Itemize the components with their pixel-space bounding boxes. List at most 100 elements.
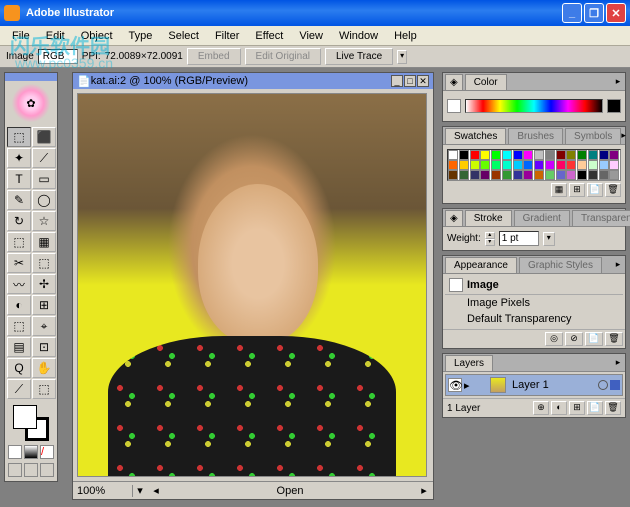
appear-dup[interactable]: 📄	[585, 332, 603, 346]
tool-10[interactable]: ⬚	[7, 232, 31, 252]
swatch-8[interactable]	[534, 150, 544, 160]
swatch-42[interactable]	[556, 170, 566, 180]
maximize-button[interactable]: ❐	[584, 3, 604, 23]
zoom-dropdown[interactable]: ▾	[133, 484, 147, 497]
tool-19[interactable]: ⌖	[32, 316, 56, 336]
swatch-9[interactable]	[545, 150, 555, 160]
tool-2[interactable]: ✦	[7, 148, 31, 168]
swatch-34[interactable]	[470, 170, 480, 180]
weight-down[interactable]: ▾	[485, 239, 495, 246]
swatch-39[interactable]	[523, 170, 533, 180]
weight-stepper[interactable]: ▴ ▾	[485, 232, 495, 246]
swatch-30[interactable]	[599, 160, 609, 170]
fill-swatch[interactable]	[13, 405, 37, 429]
swatch-12[interactable]	[577, 150, 587, 160]
layer-target-icon[interactable]	[598, 380, 608, 390]
swatch-33[interactable]	[459, 170, 469, 180]
swatch-6[interactable]	[513, 150, 523, 160]
weight-dropdown[interactable]: ▾	[543, 232, 555, 246]
swatches-tab[interactable]: Swatches	[445, 128, 506, 144]
live-trace-button[interactable]: Live Trace	[325, 48, 393, 65]
appearance-object-row[interactable]: Image	[445, 276, 623, 295]
screen-normal[interactable]	[8, 463, 22, 477]
tool-21[interactable]: ⊡	[32, 337, 56, 357]
doc-close[interactable]: ✕	[417, 75, 429, 87]
color-fill-swatch[interactable]	[447, 99, 461, 113]
color-panel-icon[interactable]: ◈	[445, 74, 463, 90]
swatch-14[interactable]	[599, 150, 609, 160]
swatch-32[interactable]	[448, 170, 458, 180]
swatch-7[interactable]	[523, 150, 533, 160]
layer-locate[interactable]: ⊕	[533, 401, 549, 415]
swatch-4[interactable]	[491, 150, 501, 160]
swatch-47[interactable]	[609, 170, 619, 180]
nav-prev[interactable]: ◂	[147, 484, 165, 497]
swatch-46[interactable]	[599, 170, 609, 180]
menu-type[interactable]: Type	[121, 28, 161, 44]
gradient-tab[interactable]: Gradient	[514, 210, 570, 226]
swatch-options[interactable]: ⊞	[569, 183, 585, 197]
tool-13[interactable]: ⬚	[32, 253, 56, 273]
color-black[interactable]	[607, 99, 621, 113]
swatch-26[interactable]	[556, 160, 566, 170]
menu-file[interactable]: File	[4, 28, 38, 44]
canvas[interactable]	[77, 93, 427, 477]
swatch-10[interactable]	[556, 150, 566, 160]
tool-7[interactable]: ◯	[32, 190, 56, 210]
tool-16[interactable]: ◐	[7, 295, 31, 315]
swatch-1[interactable]	[459, 150, 469, 160]
swatch-delete[interactable]: 🗑	[605, 183, 621, 197]
swatch-20[interactable]	[491, 160, 501, 170]
fill-stroke-control[interactable]	[13, 405, 49, 441]
live-trace-dropdown[interactable]: ▾	[397, 50, 407, 64]
embed-button[interactable]: Embed	[187, 48, 241, 65]
layers-menu[interactable]: ▸	[611, 357, 625, 371]
tool-9[interactable]: ☆	[32, 211, 56, 231]
menu-window[interactable]: Window	[331, 28, 386, 44]
tool-20[interactable]: ▤	[7, 337, 31, 357]
swatch-22[interactable]	[513, 160, 523, 170]
screen-full[interactable]	[40, 463, 54, 477]
layer-expand-icon[interactable]: ▸	[464, 379, 474, 392]
swatch-45[interactable]	[588, 170, 598, 180]
symbols-tab[interactable]: Symbols	[565, 128, 621, 144]
layer-visibility-icon[interactable]: 👁	[448, 378, 462, 392]
appearance-row-0[interactable]: Image Pixels	[445, 295, 623, 311]
appear-clear[interactable]: ⊘	[565, 332, 583, 346]
color-tab[interactable]: Color	[465, 74, 507, 90]
stroke-panel-icon[interactable]: ◈	[445, 210, 463, 226]
edit-original-button[interactable]: Edit Original	[245, 48, 321, 65]
tool-4[interactable]: T	[7, 169, 31, 189]
swatch-35[interactable]	[480, 170, 490, 180]
swatch-27[interactable]	[566, 160, 576, 170]
appearance-menu[interactable]: ▸	[611, 259, 625, 273]
screen-full-menu[interactable]	[24, 463, 38, 477]
doc-minimize[interactable]: _	[391, 75, 403, 87]
none-mini[interactable]: /	[40, 445, 54, 459]
gradient-mini[interactable]	[24, 445, 38, 459]
swatch-5[interactable]	[502, 150, 512, 160]
tool-15[interactable]: ✢	[32, 274, 56, 294]
transparency-tab[interactable]: Transparency	[572, 210, 630, 226]
tool-5[interactable]: ▭	[32, 169, 56, 189]
swatch-41[interactable]	[545, 170, 555, 180]
layer-delete[interactable]: 🗑	[605, 401, 621, 415]
menu-effect[interactable]: Effect	[247, 28, 291, 44]
weight-input[interactable]	[499, 231, 539, 246]
tool-12[interactable]: ✂	[7, 253, 31, 273]
layer-sublayer[interactable]: ⊞	[569, 401, 585, 415]
minimize-button[interactable]: _	[562, 3, 582, 23]
swatch-0[interactable]	[448, 150, 458, 160]
swatch-24[interactable]	[534, 160, 544, 170]
swatch-43[interactable]	[566, 170, 576, 180]
document-titlebar[interactable]: 📄 kat.ai:2 @ 100% (RGB/Preview) _ □ ✕	[73, 73, 433, 89]
status-center[interactable]: Open	[165, 485, 415, 497]
brushes-tab[interactable]: Brushes	[508, 128, 563, 144]
weight-up[interactable]: ▴	[485, 232, 495, 239]
swatch-18[interactable]	[470, 160, 480, 170]
stroke-tab[interactable]: Stroke	[465, 210, 512, 226]
tool-6[interactable]: ✎	[7, 190, 31, 210]
tool-17[interactable]: ⊞	[32, 295, 56, 315]
swatch-25[interactable]	[545, 160, 555, 170]
layer-new[interactable]: 📄	[587, 401, 603, 415]
